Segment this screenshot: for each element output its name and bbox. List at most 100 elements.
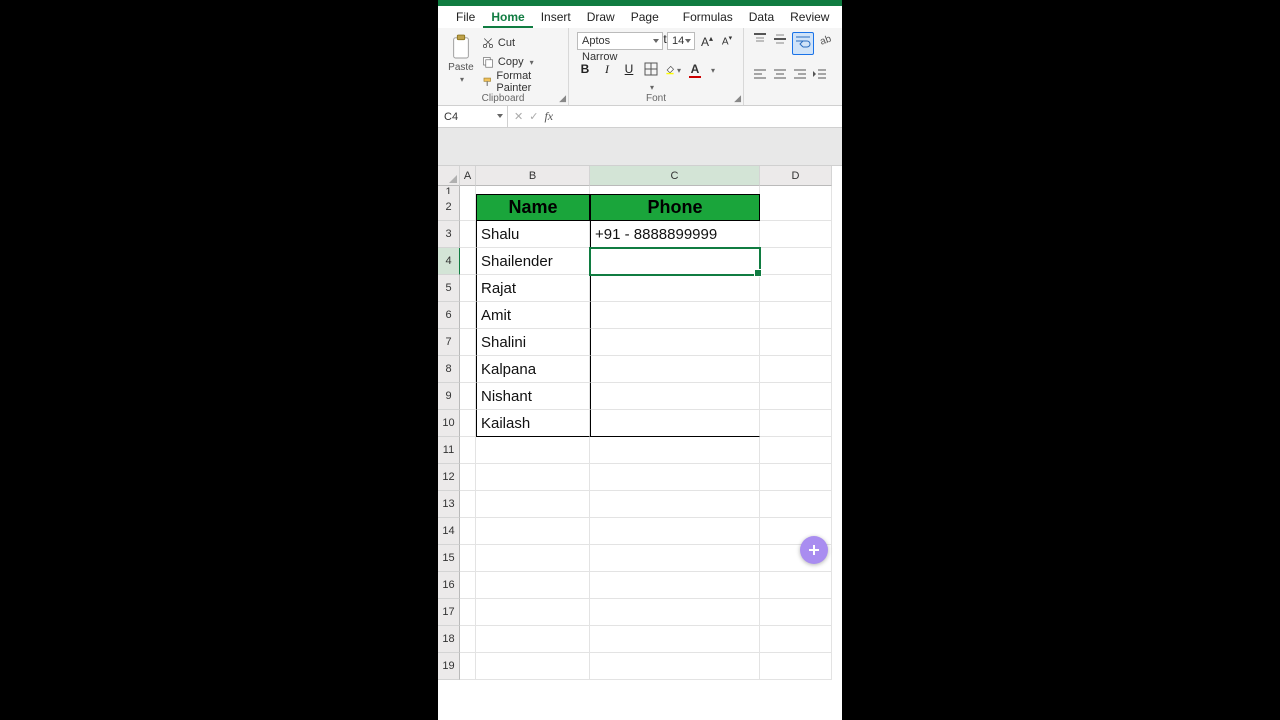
cell-phone[interactable]: [590, 329, 760, 356]
group-label-font: Font: [569, 93, 743, 104]
row-header[interactable]: 3: [438, 221, 460, 248]
chevron-down-icon: ▾: [460, 75, 464, 84]
cell-phone[interactable]: [590, 356, 760, 383]
dialog-launcher-icon[interactable]: ◢: [559, 93, 566, 104]
scissors-icon: [482, 37, 494, 49]
cell-name[interactable]: Amit: [476, 302, 590, 329]
cell-phone[interactable]: [590, 275, 760, 302]
tab-view[interactable]: View: [837, 6, 842, 28]
align-top-button[interactable]: [752, 32, 768, 55]
cell-phone[interactable]: [590, 410, 760, 437]
paintbrush-icon: [482, 76, 492, 88]
dialog-launcher-icon[interactable]: ◢: [734, 93, 741, 104]
row-header[interactable]: 2: [438, 194, 460, 221]
wrap-text-button[interactable]: [792, 32, 814, 55]
paste-button[interactable]: Paste ▾: [446, 32, 476, 91]
format-painter-label: Format Painter: [496, 70, 560, 94]
ribbon: Paste ▾ Cut Copy ▾ Format Painter Clip: [438, 28, 842, 106]
align-middle-button[interactable]: [772, 32, 788, 55]
row-header[interactable]: 7: [438, 329, 460, 356]
align-left-button[interactable]: [752, 67, 768, 86]
cell-name[interactable]: Shalu: [476, 221, 590, 248]
cell-phone[interactable]: +91 - 8888899999: [590, 221, 760, 248]
col-header-c[interactable]: C: [590, 166, 760, 186]
ribbon-group-alignment: ab: [744, 28, 842, 105]
orientation-button[interactable]: ab: [818, 32, 834, 55]
cell-name[interactable]: Shalini: [476, 329, 590, 356]
tab-data[interactable]: Data: [741, 6, 782, 28]
tab-formulas[interactable]: Formulas: [675, 6, 741, 28]
select-all-corner[interactable]: [438, 166, 460, 186]
row-header[interactable]: 5: [438, 275, 460, 302]
tab-insert[interactable]: Insert: [533, 6, 579, 28]
formula-enter-icon[interactable]: ✓: [529, 110, 538, 123]
fill-color-button[interactable]: ▾: [665, 62, 681, 78]
formula-bar[interactable]: [559, 106, 842, 127]
row-header[interactable]: 8: [438, 356, 460, 383]
bold-button[interactable]: B: [577, 62, 593, 78]
underline-button[interactable]: U: [621, 62, 637, 78]
align-center-button[interactable]: [772, 67, 788, 86]
clipboard-icon: [450, 34, 472, 60]
format-painter-button[interactable]: Format Painter: [482, 73, 560, 91]
bucket-icon: [665, 63, 675, 77]
font-size-select[interactable]: 14: [667, 32, 695, 50]
row-header[interactable]: 9: [438, 383, 460, 410]
row-header[interactable]: 15: [438, 545, 460, 572]
cut-label: Cut: [498, 37, 515, 49]
clipboard-list: Cut Copy ▾ Format Painter: [482, 32, 560, 91]
cell-phone[interactable]: [590, 383, 760, 410]
excel-window: File Home Insert Draw Page Layout Formul…: [438, 0, 842, 720]
name-box[interactable]: C4: [438, 106, 508, 127]
formula-bar-row: C4 ✕ ✓ fx: [438, 106, 842, 128]
row-header[interactable]: 14: [438, 518, 460, 545]
table-header-phone[interactable]: Phone: [590, 194, 760, 221]
col-header-d[interactable]: D: [760, 166, 832, 186]
col-header-b[interactable]: B: [476, 166, 590, 186]
copy-icon: [482, 56, 494, 68]
row-header[interactable]: 17: [438, 599, 460, 626]
ribbon-tabs: File Home Insert Draw Page Layout Formul…: [438, 6, 842, 28]
align-right-button[interactable]: [792, 67, 808, 86]
table-header-name[interactable]: Name: [476, 194, 590, 221]
increase-font-button[interactable]: A▴: [699, 34, 715, 49]
tab-home[interactable]: Home: [483, 6, 532, 28]
column-headers[interactable]: A B C D: [438, 166, 842, 186]
row-header[interactable]: 13: [438, 491, 460, 518]
row-header[interactable]: 18: [438, 626, 460, 653]
tab-review[interactable]: Review: [782, 6, 837, 28]
cell-name[interactable]: Kailash: [476, 410, 590, 437]
row-header[interactable]: 10: [438, 410, 460, 437]
borders-button[interactable]: ▾: [643, 62, 659, 78]
cell-name[interactable]: Nishant: [476, 383, 590, 410]
font-name-select[interactable]: Aptos Narrow: [577, 32, 663, 50]
font-color-button[interactable]: A: [687, 62, 703, 78]
tab-file[interactable]: File: [448, 6, 483, 28]
active-cell[interactable]: [590, 248, 760, 275]
tab-draw[interactable]: Draw: [579, 6, 623, 28]
row-header[interactable]: 16: [438, 572, 460, 599]
copy-button[interactable]: Copy ▾: [482, 54, 560, 72]
decrease-font-button[interactable]: A▾: [719, 34, 735, 47]
font-color-dropdown[interactable]: ▾: [711, 66, 715, 75]
ribbon-group-font: Aptos Narrow 14 A▴ A▾ B I U ▾ ▾ A ▾: [569, 28, 744, 105]
row-header[interactable]: 19: [438, 653, 460, 680]
grid[interactable]: A B C D 1 2 Name Phone 3 Shalu +91 - 888…: [438, 166, 842, 680]
border-icon: [644, 62, 658, 76]
row-header[interactable]: 6: [438, 302, 460, 329]
cut-button[interactable]: Cut: [482, 34, 560, 52]
fx-icon[interactable]: fx: [544, 109, 553, 124]
cell-name[interactable]: Shailender: [476, 248, 590, 275]
row-header[interactable]: 11: [438, 437, 460, 464]
formula-cancel-icon[interactable]: ✕: [514, 110, 523, 123]
cell-phone[interactable]: [590, 302, 760, 329]
cell-name[interactable]: Rajat: [476, 275, 590, 302]
row-header[interactable]: 12: [438, 464, 460, 491]
row-header[interactable]: 4: [438, 248, 460, 275]
increase-indent-button[interactable]: [812, 67, 828, 86]
cell-name[interactable]: Kalpana: [476, 356, 590, 383]
italic-button[interactable]: I: [599, 62, 615, 78]
paste-label: Paste: [448, 62, 474, 73]
tab-page-layout[interactable]: Page Layout: [623, 6, 675, 28]
col-header-a[interactable]: A: [460, 166, 476, 186]
